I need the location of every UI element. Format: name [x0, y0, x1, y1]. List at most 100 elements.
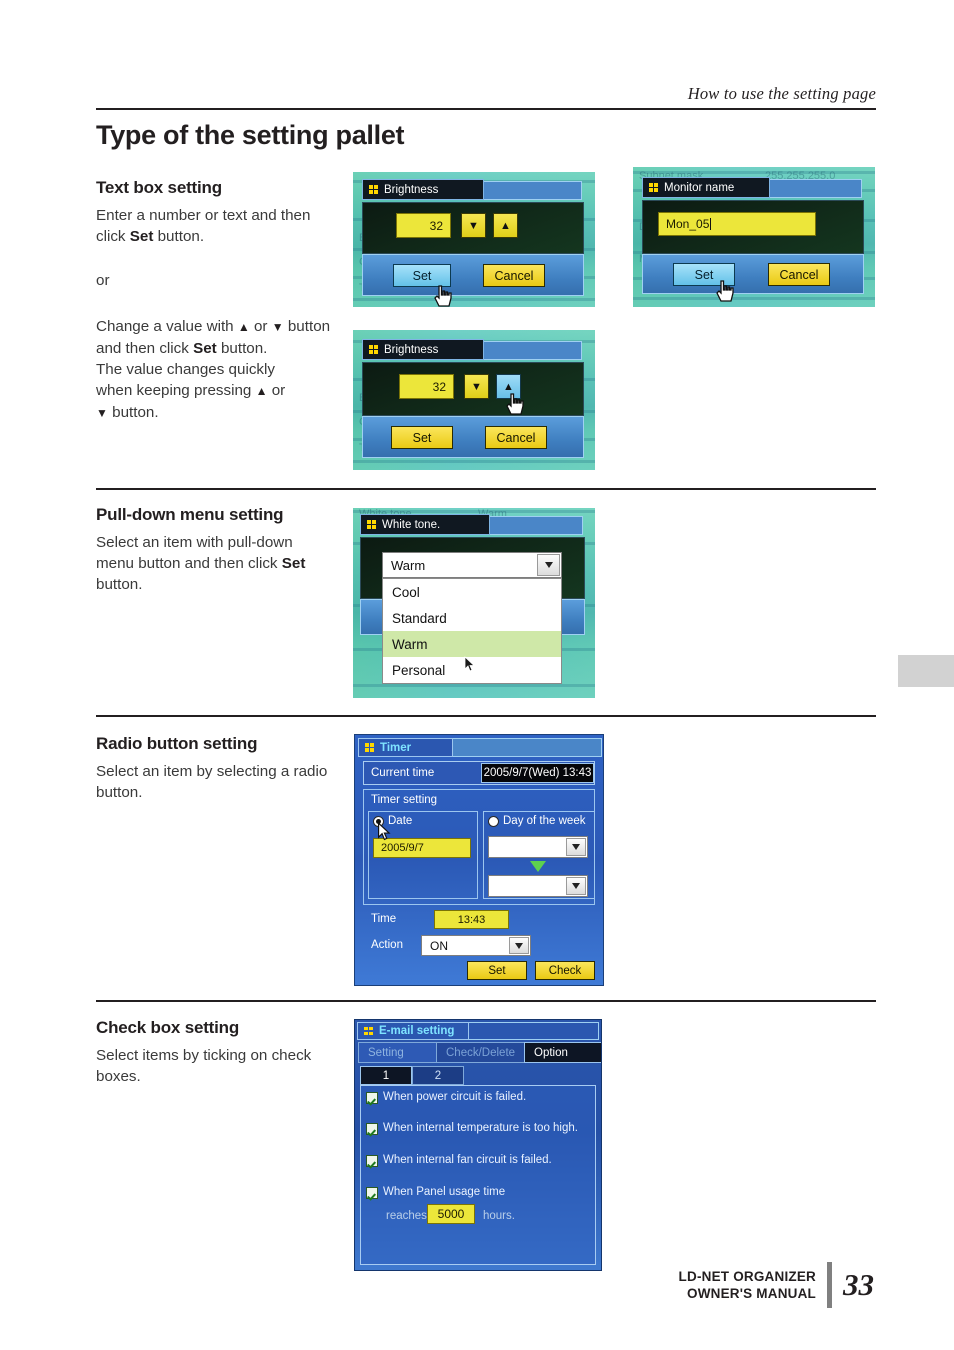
tab-check-delete[interactable]: Check/Delete — [436, 1042, 526, 1063]
timer-set-button[interactable]: Set — [467, 961, 527, 980]
tab-option[interactable]: Option — [524, 1042, 601, 1063]
current-time-value: 2005/9/7(Wed) 13:43 — [481, 763, 594, 783]
dialog-tab-row: Brightness — [362, 339, 584, 361]
timer-check-button[interactable]: Check — [535, 961, 595, 980]
brightness-dialog: Brightness 32 ▼ ▲ Set Cancel — [362, 179, 584, 299]
time-input[interactable]: 13:43 — [434, 910, 509, 929]
pulldown-instruction-c: button. — [96, 576, 143, 593]
email-sub-tabs: 1 2 — [360, 1066, 560, 1086]
pulldown-instruction-a: Select an item with pull-down menu butto… — [96, 534, 293, 572]
dialog-tab-row: Monitor name — [642, 177, 864, 199]
up-triangle-glyph: ▲ — [237, 320, 250, 334]
screenshot-brightness-up-arrow: Brightness Color Tint 32 Brightness 32 ▼… — [353, 330, 595, 470]
keep-pressing-text-b: or — [271, 382, 286, 399]
value-up-button[interactable]: ▲ — [496, 374, 521, 399]
brightness-value-input[interactable]: 32 — [396, 213, 451, 238]
section-title-radio: Radio button setting — [96, 734, 258, 753]
footer-line-2: OWNER'S MANUAL — [687, 1286, 816, 1301]
email-title: E-mail setting — [379, 1025, 455, 1037]
footer-line-1: LD-NET ORGANIZER — [678, 1269, 816, 1284]
dialog-body: Mon_05 — [642, 200, 864, 254]
tab-setting[interactable]: Setting — [358, 1042, 438, 1063]
chevron-down-icon[interactable] — [537, 554, 560, 576]
cancel-button[interactable]: Cancel — [483, 264, 545, 287]
reaches-label: reaches — [386, 1210, 427, 1222]
timer-titlebar: Timer — [358, 738, 453, 757]
option-standard[interactable]: Standard — [383, 605, 561, 631]
option-personal[interactable]: Personal — [383, 657, 561, 683]
chevron-down-icon[interactable] — [509, 937, 529, 954]
section-divider-2 — [96, 715, 876, 718]
option-cool[interactable]: Cool — [383, 579, 561, 605]
date-input[interactable]: 2005/9/7 — [373, 838, 471, 858]
day-of-week-from-combobox[interactable] — [488, 836, 588, 858]
timer-title: Timer — [380, 741, 412, 754]
value-down-button[interactable]: ▼ — [461, 213, 486, 238]
dialog-body: 32 ▼ ▲ — [362, 202, 584, 254]
email-options-panel — [360, 1085, 596, 1265]
screenshot-white-tone-pulldown: White tone Warm Picture White tone. Warm… — [353, 508, 595, 698]
dialog-titlebar: Brightness — [362, 179, 484, 200]
set-button[interactable]: Set — [391, 426, 453, 449]
grid-dots-icon — [649, 183, 658, 192]
dialog-title: Brightness — [384, 343, 439, 356]
grid-dots-icon — [369, 185, 378, 194]
set-button[interactable]: Set — [673, 263, 735, 286]
radio-date[interactable] — [373, 816, 384, 827]
option-warm[interactable]: Warm — [383, 631, 561, 657]
action-label: Action — [371, 939, 403, 951]
white-tone-combobox[interactable]: Warm — [382, 552, 562, 578]
page-footer: LD-NET ORGANIZER OWNER'S MANUAL 33 — [679, 1262, 874, 1308]
subtab-1[interactable]: 1 — [360, 1066, 412, 1085]
subtab-2[interactable]: 2 — [412, 1066, 464, 1085]
section-body-text-box-or: or — [96, 272, 110, 289]
margin-thumb-tab — [898, 655, 954, 687]
checkbox-fan-circuit[interactable] — [366, 1155, 378, 1167]
footer-divider-bar — [827, 1262, 832, 1308]
hours-label: hours. — [483, 1210, 515, 1222]
monitor-name-input[interactable]: Mon_05 — [658, 212, 816, 236]
value-changes-text: The value changes quickly — [96, 361, 275, 378]
brightness-dialog-2: Brightness 32 ▼ ▲ Set Cancel — [362, 339, 584, 461]
change-value-text-b: or — [253, 318, 268, 335]
email-main-tabs: Setting Check/Delete Option — [358, 1042, 601, 1064]
section-body-checkbox: Select items by ticking on check boxes. — [96, 1047, 312, 1085]
set-button[interactable]: Set — [393, 264, 451, 287]
value-down-button[interactable]: ▼ — [464, 374, 489, 399]
chevron-down-icon[interactable] — [566, 877, 586, 895]
dialog-footer: Set Cancel — [362, 254, 584, 296]
white-tone-option-list[interactable]: Cool Standard Warm Personal — [382, 578, 562, 684]
keep-pressing-text-a: when keeping pressing — [96, 382, 252, 399]
dialog-title: Brightness — [384, 183, 439, 196]
screenshot-brightness-set: Brightness Color Tint 32 Brightness 32 ▼… — [353, 172, 595, 307]
day-of-week-to-combobox[interactable] — [488, 875, 588, 897]
radio-day-of-week[interactable] — [488, 816, 499, 827]
footer-product-lines: LD-NET ORGANIZER OWNER'S MANUAL — [679, 1268, 816, 1302]
dialog-body: 32 ▼ ▲ — [362, 362, 584, 416]
set-keyword-2: Set — [193, 340, 217, 357]
current-time-label: Current time — [371, 767, 435, 779]
checkbox-panel-usage-time[interactable] — [366, 1187, 378, 1199]
panel-usage-hours-input[interactable]: 5000 — [427, 1204, 475, 1224]
chevron-down-icon[interactable] — [566, 838, 586, 856]
manual-page: How to use the setting page Type of the … — [0, 0, 954, 1350]
header-rule — [96, 108, 876, 110]
value-up-button[interactable]: ▲ — [493, 213, 518, 238]
time-label: Time — [371, 913, 397, 925]
dialog-tab-row: White tone. — [360, 514, 585, 536]
set-keyword: Set — [129, 228, 154, 245]
grid-dots-icon — [364, 1026, 373, 1036]
screenshot-timer-dialog: Timer Current time 2005/9/7(Wed) 13:43 T… — [354, 734, 604, 986]
email-tab-row: E-mail setting — [357, 1022, 600, 1041]
brightness-value-input[interactable]: 32 — [399, 374, 454, 399]
checkbox-power-circuit[interactable] — [366, 1092, 378, 1104]
page-title: Type of the setting pallet — [96, 120, 405, 150]
action-combobox[interactable]: ON — [421, 935, 531, 956]
section-body-radio: Select an item by selecting a radio butt… — [96, 763, 328, 801]
grid-dots-icon — [369, 345, 378, 354]
dialog-footer: Set Cancel — [362, 416, 584, 458]
checkbox-internal-temperature[interactable] — [366, 1123, 378, 1135]
cancel-button[interactable]: Cancel — [768, 263, 830, 286]
cancel-button[interactable]: Cancel — [485, 426, 547, 449]
keep-pressing-text-c: button. — [112, 404, 159, 421]
